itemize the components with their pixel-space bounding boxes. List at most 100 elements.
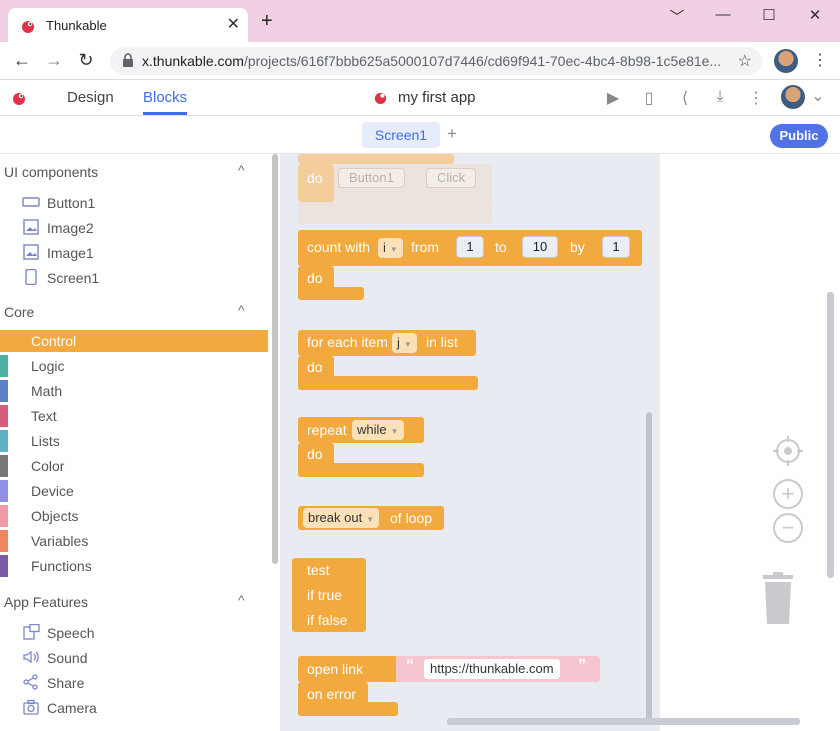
category-label: Text <box>31 408 57 424</box>
repeat-mode-value: while <box>357 422 387 437</box>
collapse-app-features-icon[interactable]: ^ <box>238 592 245 608</box>
zoom-in-button[interactable]: + <box>773 479 803 509</box>
category-functions[interactable]: Functions <box>0 555 268 577</box>
device-icon[interactable]: ▯ <box>639 88 659 108</box>
flyout-scrollbar[interactable] <box>646 412 652 722</box>
add-screen-button[interactable]: + <box>447 124 457 144</box>
close-window-button[interactable]: ✕ <box>795 6 835 24</box>
blocks-workspace[interactable]: do Button1 Click count with i ▼ from 1 to… <box>280 154 840 731</box>
project-title[interactable]: my first app <box>398 89 476 106</box>
count-var-dropdown[interactable]: i ▼ <box>378 238 403 258</box>
feature-speech[interactable]: Speech <box>47 625 94 641</box>
browser-tabstrip: Thunkable ✕ + ﹀ — ☐ ✕ <box>0 0 840 42</box>
image-component-icon <box>23 244 39 260</box>
maximize-button[interactable]: ☐ <box>749 6 789 24</box>
workspace-vertical-scrollbar[interactable] <box>827 292 834 578</box>
trash-icon[interactable] <box>761 572 795 624</box>
sound-icon <box>23 650 39 664</box>
if-false-label: if false <box>307 612 348 628</box>
public-button[interactable]: Public <box>770 124 828 148</box>
test-label: test <box>307 562 330 578</box>
feature-camera[interactable]: Camera <box>47 700 97 716</box>
zoom-out-button[interactable]: − <box>773 513 803 543</box>
browser-tab[interactable]: Thunkable ✕ <box>8 8 248 42</box>
category-color-bar <box>0 530 8 552</box>
thunkable-logo-icon <box>22 21 34 33</box>
component-button1[interactable]: Button1 <box>47 195 95 211</box>
back-button[interactable]: ← <box>10 50 34 71</box>
by-value-input[interactable]: 1 <box>602 236 630 258</box>
screen-bar: Screen1 + Public <box>0 116 840 154</box>
category-objects[interactable]: Objects <box>0 505 268 527</box>
event-component-dropdown[interactable]: Button1 <box>338 168 405 188</box>
tab-close-icon[interactable]: ✕ <box>227 14 240 34</box>
from-label: from <box>411 239 439 255</box>
forward-button[interactable]: → <box>42 50 66 71</box>
browser-menu-icon[interactable]: ⋮ <box>812 50 828 70</box>
category-color-bar <box>0 380 8 402</box>
to-label: to <box>495 239 507 255</box>
app-features-title[interactable]: App Features <box>4 594 88 610</box>
feature-sound[interactable]: Sound <box>47 650 87 666</box>
category-color[interactable]: Color <box>0 455 268 477</box>
bookmark-star-icon[interactable]: ☆ <box>738 51 752 71</box>
screen-tab-screen1[interactable]: Screen1 <box>362 122 440 148</box>
category-logic[interactable]: Logic <box>0 355 268 377</box>
ui-components-title[interactable]: UI components <box>4 164 98 180</box>
chevron-down-icon[interactable]: ⌄ <box>808 86 828 106</box>
category-color-bar <box>0 330 8 352</box>
share-icon[interactable]: ⟨ <box>675 88 695 108</box>
workspace-horizontal-scrollbar[interactable] <box>447 718 800 725</box>
category-text[interactable]: Text <box>0 405 268 427</box>
category-math[interactable]: Math <box>0 380 268 402</box>
tab-blocks[interactable]: Blocks <box>143 89 188 115</box>
tab-design[interactable]: Design <box>67 89 114 106</box>
category-label: Functions <box>31 558 92 574</box>
collapse-core-icon[interactable]: ^ <box>238 302 245 318</box>
sidebar-scrollbar[interactable] <box>272 154 278 564</box>
user-avatar[interactable] <box>781 85 805 109</box>
dropdown-arrow-icon: ▼ <box>366 515 375 524</box>
from-value-input[interactable]: 1 <box>456 236 484 258</box>
category-color-bar <box>0 505 8 527</box>
category-label: Device <box>31 483 74 499</box>
play-icon[interactable]: ▶ <box>603 88 623 108</box>
recenter-icon[interactable] <box>772 435 804 467</box>
repeat-mode-dropdown[interactable]: while ▼ <box>352 420 404 440</box>
category-variables[interactable]: Variables <box>0 530 268 552</box>
component-image2[interactable]: Image2 <box>47 220 94 236</box>
thunkable-app-logo-icon[interactable] <box>11 90 27 106</box>
download-icon[interactable]: ⤓ <box>710 88 730 106</box>
minimize-button[interactable]: — <box>703 6 743 23</box>
component-image1[interactable]: Image1 <box>47 245 94 261</box>
new-tab-button[interactable]: + <box>261 11 273 31</box>
url-input[interactable]: x.thunkable.com/projects/616f7bbb625a500… <box>110 47 762 75</box>
category-control[interactable]: Control <box>0 330 268 352</box>
event-action-dropdown[interactable]: Click <box>426 168 477 188</box>
to-value-input[interactable]: 10 <box>522 236 558 258</box>
category-device[interactable]: Device <box>0 480 268 502</box>
event-block-top <box>298 154 454 164</box>
reload-button[interactable]: ↻ <box>74 50 98 71</box>
count-do-label: do <box>307 270 323 286</box>
feature-share[interactable]: Share <box>47 675 84 691</box>
break-mode-dropdown[interactable]: break out ▼ <box>303 508 380 528</box>
core-title[interactable]: Core <box>4 304 34 320</box>
link-string-input[interactable]: https://thunkable.com <box>424 659 560 679</box>
category-lists[interactable]: Lists <box>0 430 268 452</box>
collapse-ui-components-icon[interactable]: ^ <box>238 162 245 178</box>
more-icon[interactable]: ⋮ <box>746 88 766 108</box>
speech-icon <box>23 624 40 640</box>
close-quote-icon: ” <box>578 657 586 674</box>
browser-profile-avatar[interactable] <box>774 49 798 73</box>
open-quote-icon: “ <box>406 657 414 674</box>
for-each-block-bottom <box>298 376 478 390</box>
component-screen1[interactable]: Screen1 <box>47 270 99 286</box>
each-var-dropdown[interactable]: j ▼ <box>392 333 417 353</box>
lock-icon <box>123 53 133 67</box>
count-with-label: count with <box>307 239 371 255</box>
url-text: x.thunkable.com/projects/616f7bbb625a500… <box>142 53 722 69</box>
dropdown-arrow-icon: ▼ <box>389 245 398 254</box>
minimize-tab-search-icon[interactable]: ﹀ <box>657 6 697 27</box>
on-error-label: on error <box>307 686 357 702</box>
